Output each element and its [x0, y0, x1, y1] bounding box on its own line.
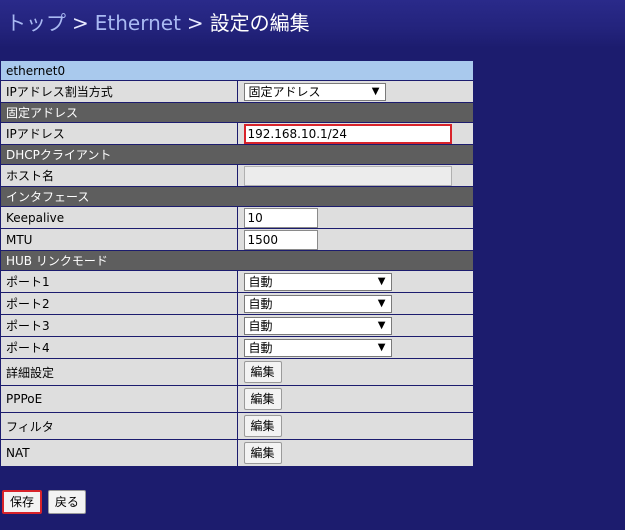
action-bar: 保存 戻る: [2, 490, 88, 514]
settings-table: ethernet0 IPアドレス割当方式 固定アドレス ▼ 固定アドレス IPアド…: [0, 60, 474, 467]
port-label: ポート1: [0, 270, 238, 293]
section-static-address: 固定アドレス: [0, 102, 474, 123]
keepalive-input[interactable]: 10: [243, 207, 318, 228]
advanced-edit-button[interactable]: 編集: [243, 361, 282, 383]
hostname-input[interactable]: [243, 165, 452, 186]
ip-assign-row: IPアドレス割当方式 固定アドレス ▼: [0, 80, 474, 103]
breadcrumb-separator: >: [72, 11, 89, 35]
breadcrumb: トップ > Ethernet > 設定の編集: [6, 10, 310, 36]
port-row: ポート2 自動 ▼: [0, 292, 474, 315]
section-dhcp-label: DHCPクライアント: [0, 144, 474, 165]
breadcrumb-top-link[interactable]: トップ: [6, 11, 66, 35]
pppoe-row: PPPoE 編集: [0, 385, 474, 413]
ip-address-input[interactable]: 192.168.10.1/24: [243, 123, 452, 144]
ip-assign-select[interactable]: 固定アドレス ▼: [243, 82, 386, 101]
port-label: ポート4: [0, 336, 238, 359]
filter-row: フィルタ 編集: [0, 412, 474, 440]
port-value: 自動: [248, 296, 273, 311]
breadcrumb-ethernet-link[interactable]: Ethernet: [95, 11, 181, 35]
keepalive-row: Keepalive 10: [0, 206, 474, 229]
back-button[interactable]: 戻る: [47, 490, 86, 514]
interface-name: ethernet0: [0, 60, 474, 81]
port-row: ポート1 自動 ▼: [0, 270, 474, 293]
port2-select[interactable]: 自動 ▼: [243, 294, 392, 313]
page-title: 設定の編集: [209, 11, 310, 35]
section-dhcp-client: DHCPクライアント: [0, 144, 474, 165]
port-label: ポート2: [0, 292, 238, 315]
port-value: 自動: [248, 274, 273, 289]
chevron-down-icon: ▼: [377, 319, 386, 331]
section-hub-link-mode: HUB リンクモード: [0, 250, 474, 271]
port4-select[interactable]: 自動 ▼: [243, 338, 392, 357]
header-bar: トップ > Ethernet > 設定の編集: [0, 0, 625, 48]
port-value: 自動: [248, 318, 273, 333]
mtu-label: MTU: [0, 228, 238, 251]
hostname-row: ホスト名: [0, 164, 474, 187]
advanced-label: 詳細設定: [0, 358, 238, 386]
ip-address-label: IPアドレス: [0, 122, 238, 145]
keepalive-label: Keepalive: [0, 206, 238, 229]
port-label: ポート3: [0, 314, 238, 337]
save-button[interactable]: 保存: [2, 490, 43, 514]
nat-row: NAT 編集: [0, 439, 474, 467]
section-static-label: 固定アドレス: [0, 102, 474, 123]
port1-select[interactable]: 自動 ▼: [243, 272, 392, 291]
chevron-down-icon: ▼: [377, 275, 386, 287]
section-hub-label: HUB リンクモード: [0, 250, 474, 271]
ip-assign-label: IPアドレス割当方式: [0, 80, 238, 103]
filter-edit-button[interactable]: 編集: [243, 415, 282, 437]
mtu-input[interactable]: 1500: [243, 229, 318, 250]
ip-address-row: IPアドレス 192.168.10.1/24: [0, 122, 474, 145]
port3-select[interactable]: 自動 ▼: [243, 316, 392, 335]
port-value: 自動: [248, 340, 273, 355]
chevron-down-icon: ▼: [371, 85, 380, 97]
filter-label: フィルタ: [0, 412, 238, 440]
section-interface: インタフェース: [0, 186, 474, 207]
ip-assign-value: 固定アドレス: [248, 84, 321, 99]
advanced-row: 詳細設定 編集: [0, 358, 474, 386]
pppoe-edit-button[interactable]: 編集: [243, 388, 282, 410]
section-interface-label: インタフェース: [0, 186, 474, 207]
interface-title-row: ethernet0: [0, 60, 474, 81]
hostname-label: ホスト名: [0, 164, 238, 187]
mtu-row: MTU 1500: [0, 228, 474, 251]
port-row: ポート4 自動 ▼: [0, 336, 474, 359]
nat-label: NAT: [0, 439, 238, 467]
breadcrumb-separator: >: [186, 11, 204, 35]
pppoe-label: PPPoE: [0, 385, 238, 413]
port-row: ポート3 自動 ▼: [0, 314, 474, 337]
chevron-down-icon: ▼: [377, 297, 386, 309]
chevron-down-icon: ▼: [377, 341, 386, 353]
nat-edit-button[interactable]: 編集: [243, 442, 282, 464]
